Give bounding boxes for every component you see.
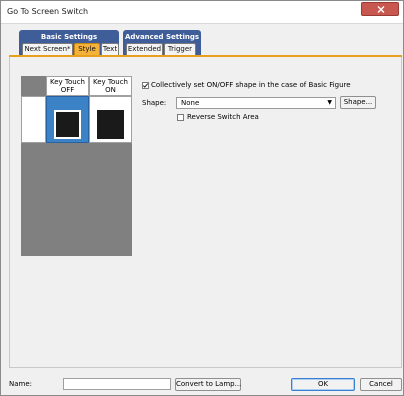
cancel-button[interactable]: Cancel bbox=[360, 378, 402, 391]
row-header bbox=[21, 96, 46, 143]
tab-text[interactable]: Text bbox=[101, 43, 119, 55]
name-input[interactable] bbox=[63, 378, 171, 390]
column-header-key-touch-on: Key Touch ON bbox=[89, 76, 132, 96]
collective-checkbox[interactable] bbox=[142, 82, 149, 89]
header-off-line1: Key Touch bbox=[49, 78, 85, 86]
reverse-switch-area-checkbox[interactable] bbox=[177, 114, 184, 121]
header-on-line1: Key Touch bbox=[92, 78, 128, 86]
switch-preview-on bbox=[97, 110, 124, 139]
window-title: Go To Screen Switch bbox=[7, 7, 89, 16]
advanced-settings-label: Advanced Settings bbox=[124, 33, 200, 41]
chevron-down-icon: ▼ bbox=[327, 99, 332, 106]
header-off-line2: OFF bbox=[60, 86, 75, 94]
checkmark-icon bbox=[142, 83, 149, 88]
switch-preview-off bbox=[54, 110, 81, 139]
reverse-switch-area-label: Reverse Switch Area bbox=[187, 113, 259, 121]
shape-dropdown[interactable]: None ▼ bbox=[176, 97, 336, 109]
tab-trigger[interactable]: Trigger bbox=[164, 43, 196, 55]
shape-preview-table: Key Touch OFF Key Touch ON bbox=[21, 76, 132, 256]
convert-to-lamp-button[interactable]: Convert to Lamp... bbox=[175, 378, 241, 391]
tab-style[interactable]: Style bbox=[74, 43, 100, 55]
shape-button[interactable]: Shape... bbox=[340, 96, 376, 109]
close-icon bbox=[377, 6, 385, 13]
shape-label: Shape: bbox=[142, 99, 167, 107]
basic-settings-label: Basic Settings bbox=[40, 33, 98, 41]
dialog-window: Go To Screen Switch Basic Settings Advan… bbox=[0, 0, 404, 396]
tab-extended[interactable]: Extended bbox=[126, 43, 163, 55]
shape-dropdown-value: None bbox=[181, 99, 200, 107]
close-button[interactable] bbox=[361, 2, 399, 16]
title-bar: Go To Screen Switch bbox=[1, 1, 403, 24]
name-label: Name: bbox=[9, 380, 33, 388]
ok-button[interactable]: OK bbox=[291, 378, 355, 391]
preview-cell-on[interactable] bbox=[89, 96, 132, 143]
preview-cell-off[interactable] bbox=[46, 96, 89, 143]
column-header-key-touch-off: Key Touch OFF bbox=[46, 76, 89, 96]
collective-label: Collectively set ON/OFF shape in the cas… bbox=[151, 81, 351, 89]
header-on-line2: ON bbox=[105, 86, 116, 94]
tab-next-screen[interactable]: Next Screen* bbox=[22, 43, 73, 55]
